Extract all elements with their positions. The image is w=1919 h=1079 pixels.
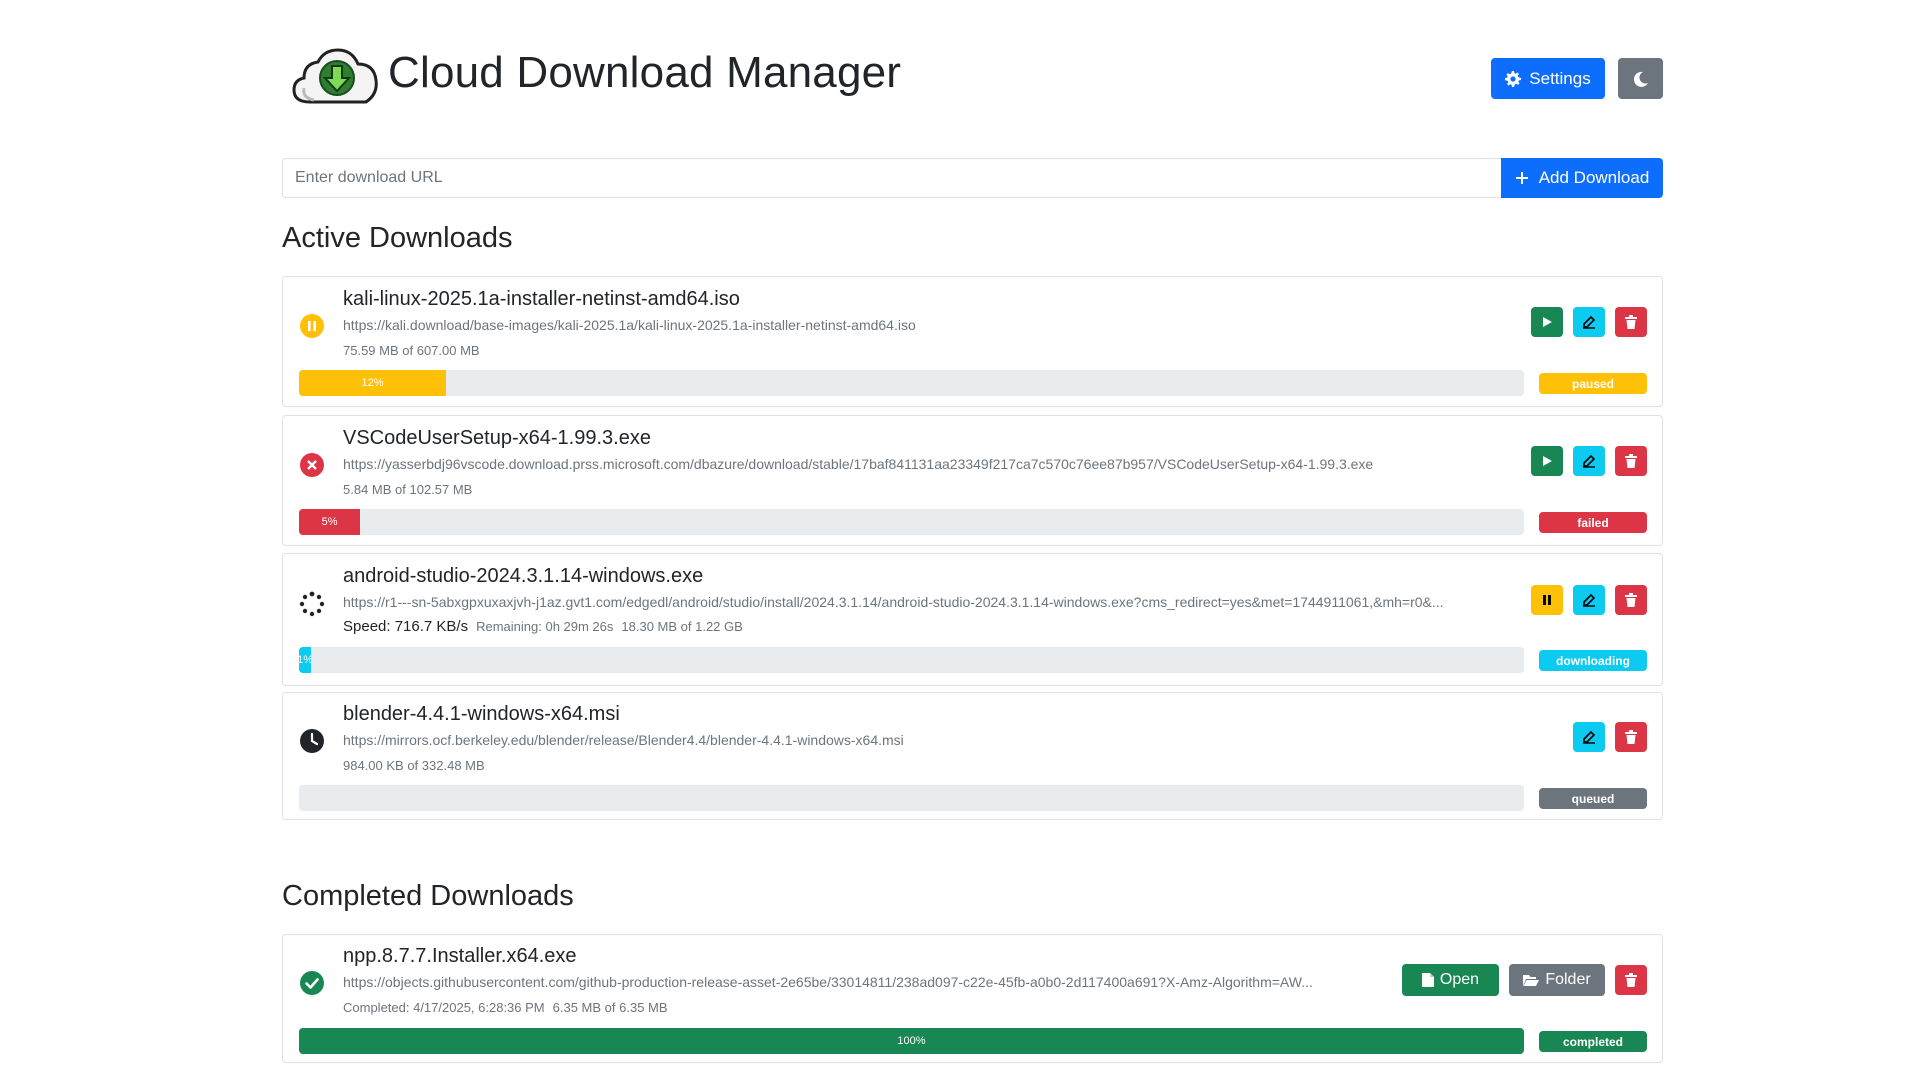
check-circle-icon	[300, 971, 324, 995]
download-card-vscode: VSCodeUserSetup-x64-1.99.3.exe https://y…	[282, 415, 1663, 546]
file-size: 6.35 MB of 6.35 MB	[552, 1000, 668, 1015]
file-url: https://kali.download/base-images/kali-2…	[343, 317, 916, 333]
folder-open-icon	[1523, 974, 1540, 986]
edit-button[interactable]	[1573, 585, 1605, 615]
gear-icon	[1505, 70, 1522, 87]
file-name: VSCodeUserSetup-x64-1.99.3.exe	[343, 427, 651, 449]
retry-button[interactable]	[1531, 446, 1563, 476]
pause-icon	[1543, 595, 1551, 605]
spinner-icon	[299, 591, 325, 617]
open-file-button[interactable]: Open	[1402, 964, 1499, 996]
download-url-input[interactable]	[282, 158, 1501, 198]
delete-button[interactable]	[1615, 307, 1647, 337]
file-url: https://objects.githubusercontent.com/gi…	[343, 974, 1313, 990]
download-speed: Speed: 716.7 KB/s	[343, 618, 469, 635]
time-remaining: Remaining: 0h 29m 26s	[476, 619, 614, 634]
edit-icon	[1583, 593, 1596, 607]
resume-button[interactable]	[1531, 307, 1563, 337]
file-url: https://r1---sn-5abxgpxuxaxjvh-j1az.gvt1…	[343, 594, 1444, 610]
clock-icon	[300, 729, 324, 753]
pause-button[interactable]	[1531, 585, 1563, 615]
play-icon	[1543, 456, 1552, 466]
active-downloads-title: Active Downloads	[282, 222, 513, 254]
plus-icon	[1515, 172, 1528, 184]
edit-icon	[1583, 315, 1596, 329]
trash-icon	[1625, 315, 1637, 329]
completed-timestamp: Completed: 4/17/2025, 6:28:36 PM	[343, 1000, 545, 1015]
edit-button[interactable]	[1573, 446, 1605, 476]
completed-downloads-title: Completed Downloads	[282, 880, 574, 912]
trash-icon	[1625, 730, 1637, 744]
open-label: Open	[1439, 971, 1480, 988]
progress-bar	[299, 785, 1524, 811]
file-name: kali-linux-2025.1a-installer-netinst-amd…	[343, 288, 740, 310]
file-name: blender-4.4.1-windows-x64.msi	[343, 703, 620, 725]
trash-icon	[1625, 454, 1637, 468]
progress-fill: 5%	[299, 509, 361, 535]
progress-bar: 1%	[299, 647, 1524, 673]
edit-button[interactable]	[1573, 722, 1605, 752]
delete-button[interactable]	[1615, 585, 1647, 615]
download-card-blender: blender-4.4.1-windows-x64.msi https://mi…	[282, 692, 1663, 820]
app-title: Cloud Download Manager	[388, 48, 902, 97]
theme-toggle-button[interactable]	[1618, 58, 1663, 99]
add-download-button[interactable]: Add Download	[1501, 158, 1663, 198]
progress-fill: 1%	[299, 647, 312, 673]
progress-fill: 100%	[299, 1028, 1524, 1054]
status-badge: failed	[1539, 512, 1647, 533]
file-url: https://mirrors.ocf.berkeley.edu/blender…	[343, 732, 904, 748]
file-name: npp.8.7.7.Installer.x64.exe	[343, 945, 577, 967]
edit-button[interactable]	[1573, 307, 1605, 337]
file-url: https://yasserbdj96vscode.download.prss.…	[343, 456, 1374, 472]
file-name: android-studio-2024.3.1.14-windows.exe	[343, 565, 704, 587]
edit-icon	[1583, 454, 1596, 468]
status-badge: paused	[1539, 373, 1647, 394]
progress-bar: 12%	[299, 370, 1524, 396]
status-badge: queued	[1539, 788, 1647, 809]
download-card-kali: kali-linux-2025.1a-installer-netinst-amd…	[282, 276, 1663, 407]
add-download-form: Add Download	[282, 158, 1663, 198]
trash-icon	[1625, 973, 1637, 987]
completed-card-npp: npp.8.7.7.Installer.x64.exe https://obje…	[282, 934, 1663, 1063]
file-size: 5.84 MB of 102.57 MB	[343, 482, 473, 497]
file-size: 18.30 MB of 1.22 GB	[621, 619, 743, 634]
pause-circle-icon	[300, 314, 324, 338]
x-circle-icon	[300, 453, 324, 477]
delete-button[interactable]	[1615, 722, 1647, 752]
add-download-label: Add Download	[1538, 168, 1650, 187]
settings-button[interactable]: Settings	[1491, 58, 1605, 99]
delete-button[interactable]	[1615, 965, 1647, 995]
moon-icon	[1633, 71, 1648, 87]
progress-fill: 12%	[299, 370, 446, 396]
download-card-android: android-studio-2024.3.1.14-windows.exe h…	[282, 553, 1663, 686]
file-size: 984.00 KB of 332.48 MB	[343, 758, 485, 773]
file-icon	[1421, 973, 1434, 987]
cloud-download-logo-icon	[292, 48, 378, 104]
header: Cloud Download Manager Settings	[282, 38, 1663, 118]
delete-button[interactable]	[1615, 446, 1647, 476]
folder-label: Folder	[1545, 971, 1591, 988]
download-stats: Speed: 716.7 KB/s Remaining: 0h 29m 26s 18…	[343, 618, 743, 635]
play-icon	[1543, 317, 1552, 327]
edit-icon	[1583, 730, 1596, 744]
settings-label: Settings	[1529, 68, 1591, 88]
trash-icon	[1625, 593, 1637, 607]
status-badge: downloading	[1539, 650, 1647, 671]
progress-bar: 5%	[299, 509, 1524, 535]
open-folder-button[interactable]: Folder	[1509, 964, 1605, 996]
progress-bar: 100%	[299, 1028, 1524, 1054]
status-badge: completed	[1539, 1031, 1647, 1052]
completion-info: Completed: 4/17/2025, 6:28:36 PM 6.35 MB …	[343, 1000, 668, 1015]
file-size: 75.59 MB of 607.00 MB	[343, 343, 480, 358]
